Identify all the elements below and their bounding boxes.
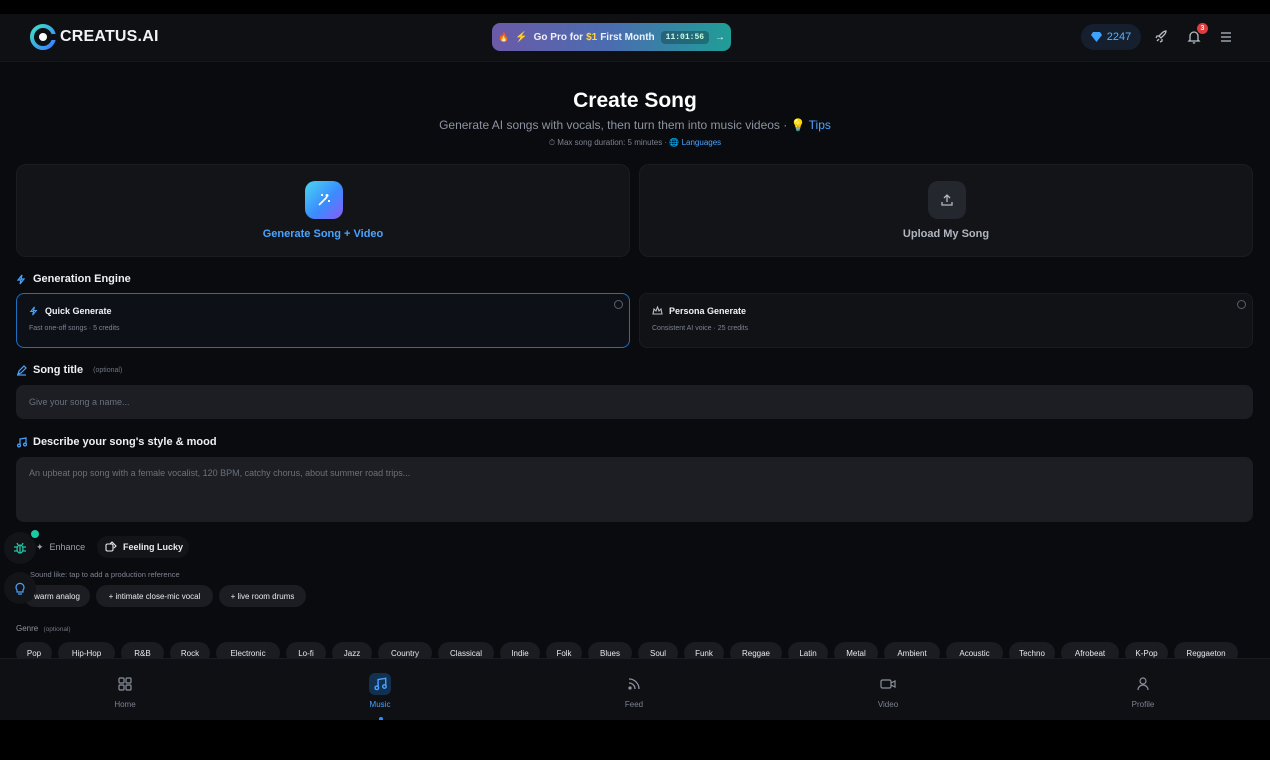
grid-icon [114, 673, 136, 695]
languages-link[interactable]: Languages [682, 138, 722, 147]
nav-item-home[interactable]: Home [75, 659, 175, 720]
promo-suffix: First Month [600, 31, 655, 43]
quick-generate-option[interactable]: Quick Generate Fast one-off songs · 5 cr… [16, 293, 630, 348]
pencil-icon [17, 364, 27, 376]
nav-label: Music [369, 700, 391, 709]
enhance-button[interactable]: ✦ Enhance [36, 536, 85, 558]
active-indicator-dot [379, 717, 383, 720]
nav-label: Home [114, 700, 136, 709]
nav-label: Video [877, 700, 899, 709]
genre-label: Genre [16, 624, 39, 633]
persona-generate-option[interactable]: Persona Generate Consistent AI voice · 2… [639, 293, 1253, 348]
bottom-navigation: Home Music Feed Video Profile [0, 658, 1270, 720]
bolt-icon [16, 274, 26, 284]
page-subtitle: Generate AI songs with vocals, then turn… [0, 118, 1270, 132]
upload-icon [928, 181, 966, 219]
magic-wand-icon [305, 181, 343, 219]
upload-my-song-card[interactable]: Upload My Song [639, 164, 1253, 257]
sound-like-chip[interactable]: + live room drums [219, 585, 306, 607]
nav-item-profile[interactable]: Profile [1093, 659, 1193, 720]
persona-generate-title: Persona Generate [652, 306, 746, 316]
app-window: CREATUS.AI 🔥 ⚡ Go Pro for $1 First Month 1… [0, 14, 1270, 720]
lightbulb-icon [15, 582, 25, 595]
top-header: CREATUS.AI 🔥 ⚡ Go Pro for $1 First Month 1… [0, 14, 1270, 62]
style-description-textarea[interactable]: An upbeat pop song with a female vocalis… [16, 457, 1253, 522]
globe-icon: 🌐 [669, 138, 680, 147]
fire-icon: 🔥 [497, 31, 510, 42]
video-camera-icon [877, 673, 899, 695]
crown-icon [652, 306, 663, 315]
go-pro-banner[interactable]: 🔥 ⚡ Go Pro for $1 First Month 11:01:56 → [492, 23, 731, 51]
song-title-label: Song title [33, 364, 84, 376]
duration-text: Max song duration: 5 minutes · [557, 138, 668, 147]
sound-like-chip[interactable]: + intimate close-mic vocal [96, 585, 213, 607]
persona-generate-name: Persona Generate [669, 306, 747, 316]
credits-count: 2247 [1106, 31, 1132, 43]
optional-tag: (optional) [43, 626, 71, 633]
generation-engine-heading: Generation Engine [16, 273, 131, 285]
music-note-icon [17, 436, 27, 447]
song-title-heading: Song title (optional) [16, 364, 122, 376]
upload-my-song-label: Upload My Song [902, 228, 990, 240]
music-note-icon [369, 673, 391, 695]
generation-engine-label: Generation Engine [33, 273, 131, 285]
optional-tag: (optional) [93, 366, 123, 374]
generate-song-video-label: Generate Song + Video [262, 228, 384, 240]
arrow-right-icon: → [715, 31, 726, 43]
quick-generate-desc: Fast one-off songs · 5 credits [29, 325, 120, 332]
sound-like-label: Sound like: tap to add a production refe… [30, 570, 180, 579]
nav-item-feed[interactable]: Feed [584, 659, 684, 720]
nav-label: Feed [624, 700, 644, 709]
rocket-icon[interactable] [1152, 28, 1170, 46]
subtitle-text: Generate AI songs with vocals, then turn… [439, 118, 788, 132]
brand-name: CREATUS.AI [60, 28, 159, 45]
duration-info: ⏱ Max song duration: 5 minutes · 🌐 Langu… [0, 138, 1270, 148]
bolt-icon: ⚡ [515, 31, 528, 43]
generate-song-video-card[interactable]: Generate Song + Video [16, 164, 630, 257]
genre-heading: Genre (optional) [16, 624, 71, 633]
status-dot [29, 528, 41, 540]
brand-logo[interactable]: CREATUS.AI [30, 24, 159, 50]
page-title: Create Song [573, 89, 697, 112]
credits-badge[interactable]: 2247 [1081, 24, 1141, 50]
song-title-input[interactable]: Give your song a name... [16, 385, 1253, 419]
tips-link[interactable]: Tips [809, 118, 831, 132]
promo-timer: 11:01:56 [660, 30, 710, 44]
logo-icon [30, 24, 56, 50]
quick-generate-name: Quick Generate [45, 306, 112, 316]
style-mood-label: Describe your song's style & mood [33, 436, 217, 448]
nav-item-music[interactable]: Music [330, 659, 430, 720]
enhance-label: Enhance [49, 542, 86, 552]
quick-generate-title: Quick Generate [29, 306, 112, 316]
lightbulb-icon: 💡 [790, 118, 806, 132]
bolt-icon [29, 306, 38, 316]
promo-text: Go Pro for [533, 31, 584, 43]
sparkle-icon: ✦ [36, 541, 44, 552]
feeling-lucky-label: Feeling Lucky [123, 542, 184, 552]
notification-count-badge: 3 [1197, 23, 1208, 34]
info-icon[interactable] [1237, 300, 1246, 309]
persona-generate-desc: Consistent AI voice · 25 credits [652, 325, 749, 332]
menu-icon[interactable] [1217, 28, 1235, 46]
nav-item-video[interactable]: Video [838, 659, 938, 720]
user-icon [1132, 673, 1154, 695]
feeling-lucky-button[interactable]: Feeling Lucky [97, 536, 189, 558]
timer-icon: ⏱ [548, 138, 556, 147]
promo-price: $1 [586, 31, 598, 43]
bug-icon [14, 542, 26, 554]
idea-button[interactable] [4, 572, 36, 604]
nav-label: Profile [1131, 700, 1155, 709]
rss-icon [623, 673, 645, 695]
style-mood-heading: Describe your song's style & mood [16, 436, 217, 448]
dice-icon [105, 541, 117, 552]
info-icon[interactable] [614, 300, 623, 309]
diamond-icon [1090, 32, 1102, 42]
